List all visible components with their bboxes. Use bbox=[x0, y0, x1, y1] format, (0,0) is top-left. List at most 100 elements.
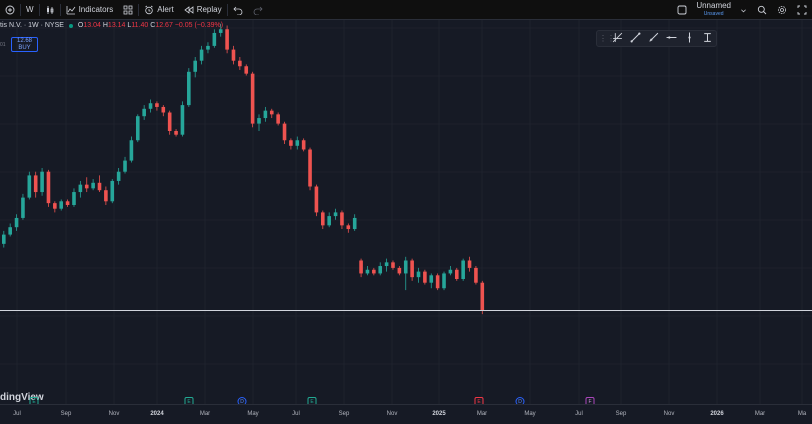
time-axis-label: Jul bbox=[292, 411, 300, 417]
settings-button[interactable] bbox=[772, 0, 792, 20]
plus-circle-icon bbox=[5, 5, 15, 15]
candle-body bbox=[135, 116, 140, 141]
candle-body bbox=[187, 71, 191, 106]
candle-body bbox=[480, 282, 485, 311]
alert-label: Alert bbox=[157, 5, 174, 14]
open-value: 13.04 bbox=[83, 22, 101, 29]
chart-pane[interactable] bbox=[0, 20, 812, 404]
time-axis-label: Sep bbox=[615, 411, 627, 417]
time-axis-label: Sep bbox=[338, 411, 350, 417]
quick-search-button[interactable] bbox=[752, 0, 772, 20]
undo-icon bbox=[233, 5, 243, 15]
candle-body bbox=[27, 175, 32, 198]
candle-body bbox=[289, 140, 293, 146]
text-tool-button[interactable] bbox=[698, 30, 716, 48]
candlestick-series bbox=[2, 23, 485, 315]
search-icon bbox=[757, 5, 767, 15]
indicators-label: Indicators bbox=[78, 5, 114, 14]
candle-body bbox=[148, 103, 153, 109]
top-toolbar: W Indicators Alert Replay Unnamed Unsave… bbox=[0, 0, 812, 20]
candle-body bbox=[442, 273, 446, 289]
time-axis[interactable]: Jul Sep Nov 2024 Mar May Jul Sep Nov 2025 Mar May Ju… bbox=[0, 404, 812, 424]
candle-body bbox=[391, 262, 395, 268]
candle-body bbox=[372, 269, 376, 274]
time-axis-label: 2026 bbox=[710, 411, 724, 417]
replay-button[interactable]: Replay bbox=[179, 0, 227, 20]
candle-body bbox=[14, 217, 19, 228]
candle-body bbox=[314, 186, 319, 213]
chevron-down-icon bbox=[740, 7, 747, 14]
candle-body bbox=[174, 131, 178, 135]
time-axis-label: May bbox=[524, 411, 536, 417]
time-axis-label: Sep bbox=[60, 411, 72, 417]
candle-body bbox=[91, 182, 95, 189]
chart-type-button[interactable] bbox=[40, 0, 60, 20]
candle-body bbox=[384, 262, 389, 267]
candle-body bbox=[21, 197, 25, 218]
indicators-button[interactable]: Indicators bbox=[61, 0, 119, 20]
candle-body bbox=[84, 184, 89, 189]
buy-button[interactable]: 12.68 BUY bbox=[11, 37, 38, 52]
undo-button[interactable] bbox=[228, 0, 248, 20]
candle-body bbox=[40, 171, 44, 193]
templates-button[interactable] bbox=[118, 0, 138, 20]
candle-body bbox=[53, 203, 57, 209]
candle-body bbox=[257, 118, 261, 124]
chart-grid bbox=[0, 20, 812, 404]
candle-body bbox=[301, 140, 306, 150]
symbol-title[interactable]: tis N.V. · 1W · NYSE bbox=[0, 22, 64, 29]
symbol-legend: tis N.V. · 1W · NYSE O13.04 H13.14 L11.4… bbox=[0, 22, 223, 29]
candle-body bbox=[123, 160, 127, 172]
drag-handle-icon[interactable]: ⋮⋮ bbox=[599, 34, 615, 43]
time-axis-label: Mar bbox=[199, 411, 211, 417]
candle-body bbox=[321, 212, 325, 226]
vertical-line-button[interactable] bbox=[680, 30, 698, 48]
alert-button[interactable]: Alert bbox=[139, 0, 178, 20]
layout-button[interactable]: Unnamed Unsaved bbox=[672, 0, 752, 20]
ray-button[interactable] bbox=[645, 30, 663, 48]
candle-body bbox=[352, 217, 357, 230]
gann-tool-button[interactable] bbox=[609, 30, 627, 48]
layout-title: Unnamed bbox=[696, 1, 731, 10]
candle-body bbox=[161, 106, 166, 113]
price-chart[interactable] bbox=[0, 20, 812, 404]
add-symbol-button[interactable] bbox=[0, 0, 20, 20]
fullscreen-button[interactable] bbox=[792, 0, 812, 20]
candle-body bbox=[180, 105, 185, 135]
interval-button[interactable]: W bbox=[21, 0, 39, 20]
candle-body bbox=[410, 260, 414, 278]
layout-status: Unsaved bbox=[703, 11, 724, 17]
redo-icon bbox=[253, 5, 263, 15]
candle-body bbox=[448, 269, 453, 274]
horizontal-line-button[interactable] bbox=[662, 30, 680, 48]
candle-body bbox=[474, 267, 478, 283]
candle-body bbox=[167, 112, 172, 131]
candle-body bbox=[327, 216, 331, 226]
time-axis-label: Jul bbox=[575, 411, 583, 417]
alarm-clock-icon bbox=[144, 5, 154, 15]
candles-icon bbox=[45, 5, 55, 15]
candle-body bbox=[97, 182, 102, 191]
candle-body bbox=[244, 66, 249, 74]
candle-body bbox=[65, 201, 70, 205]
toolbar-right: Unnamed Unsaved bbox=[672, 0, 812, 20]
candle-body bbox=[282, 123, 287, 141]
close-value: 12.67 bbox=[155, 22, 173, 29]
candle-body bbox=[269, 110, 274, 115]
trend-line-button[interactable] bbox=[627, 30, 645, 48]
candle-body bbox=[46, 171, 51, 204]
rewind-icon bbox=[184, 5, 194, 15]
redo-button[interactable] bbox=[248, 0, 268, 20]
fullscreen-icon bbox=[797, 5, 807, 15]
candle-body bbox=[129, 140, 134, 161]
candle-body bbox=[142, 108, 146, 117]
candle-body bbox=[276, 114, 280, 124]
time-axis-label: Mar bbox=[476, 411, 488, 417]
time-axis-label: Mar bbox=[754, 411, 766, 417]
legend-ohlc: O13.04 H13.14 L11.40 C12.67 −0.05 (−0.39… bbox=[78, 22, 223, 29]
crossed-lines-icon bbox=[612, 30, 623, 48]
candle-body bbox=[104, 190, 108, 202]
candle-body bbox=[59, 201, 64, 209]
drawing-toolbar: ⋮⋮ bbox=[596, 30, 717, 47]
time-axis-label: Jul bbox=[13, 411, 21, 417]
